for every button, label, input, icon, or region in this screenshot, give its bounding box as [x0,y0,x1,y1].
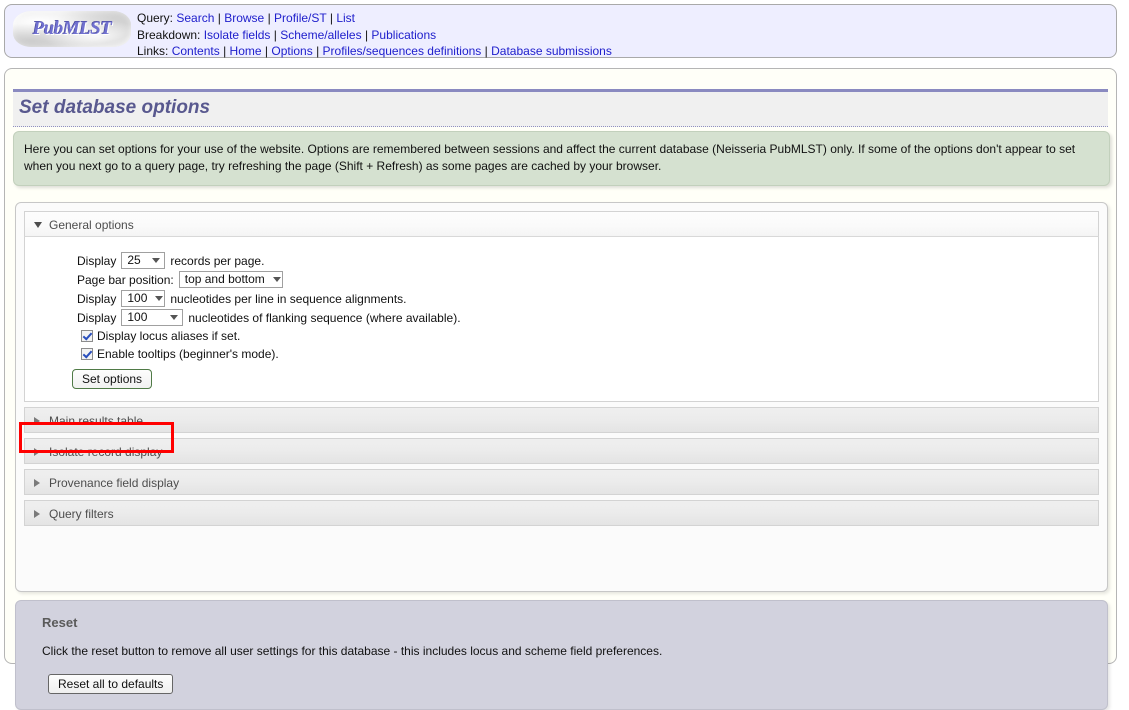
suffix-nucleotides-per-line: nucleotides per line in sequence alignme… [170,291,407,306]
nav-separator: | [364,27,369,42]
chevron-right-icon [34,417,40,425]
accordion-label-query-filters: Query filters [49,507,114,521]
suffix-flanking-sequence: nucleotides of flanking sequence (where … [188,310,461,325]
chevron-right-icon [34,448,40,456]
nav-link-database-submissions[interactable]: Database submissions [491,44,612,58]
nav-separator: | [217,11,221,25]
nav-separator: | [273,27,277,42]
nav-link-browse[interactable]: Browse [224,11,264,25]
reset-section-title: Reset [42,615,78,630]
label-display-nucleotides-line: Display [77,291,117,306]
option-row-flanking-sequence: Display 100 nucleotides of flanking sequ… [77,308,1098,327]
nav-link-profiles-sequences-definitions[interactable]: Profiles/sequences definitions [323,44,482,58]
reset-all-to-defaults-button[interactable]: Reset all to defaults [48,674,174,694]
nav-link-list[interactable]: List [336,11,355,25]
select-nucleotides-per-line[interactable]: 100 [121,290,166,307]
select-nucleotides-per-line-value: 100 [127,291,148,305]
select-flanking-sequence-value: 100 [127,310,148,324]
option-row-nucleotides-per-line: Display 100 nucleotides per line in sequ… [77,289,1098,308]
suffix-records-per-page: records per page. [170,253,265,268]
chevron-down-icon [34,222,42,228]
nav-link-search[interactable]: Search [176,11,214,25]
chevron-down-icon [170,315,179,320]
accordion-header-main-results-table[interactable]: Main results table [24,407,1099,433]
set-options-button[interactable]: Set options [72,369,153,389]
nav-separator: | [264,44,269,58]
nav-row-links: Links: Contents | Home | Options | Profi… [137,43,612,60]
chevron-down-icon [152,258,161,263]
info-message-text: Here you can set options for your use of… [24,142,1076,173]
checkbox-display-locus-aliases[interactable] [81,330,93,342]
info-message-box: Here you can set options for your use of… [13,131,1110,186]
chevron-right-icon [34,510,40,518]
main-content-panel: Set database options Here you can set op… [4,68,1117,710]
nav-link-home[interactable]: Home [230,44,262,58]
nav-separator: | [329,11,333,25]
accordion-label-main-results-table: Main results table [49,414,144,428]
accordion-header-provenance-field-display[interactable]: Provenance field display [24,469,1099,495]
nav-row-query-label: Query: [137,11,174,25]
nav-separator: | [223,44,227,58]
checkbox-row-tooltips: Enable tooltips (beginner's mode). [81,345,1098,363]
page-title: Set database options [19,97,211,118]
accordion-label-isolate-record-display: Isolate record display [49,445,163,459]
select-records-per-page[interactable]: 25 [121,252,166,269]
nav-row-breakdown: Breakdown: Isolate fields | Scheme/allel… [137,27,612,44]
accordion-body-general-options: Display 25 records per page. Page bar po… [24,237,1099,402]
nav-separator: | [316,44,320,58]
accordion-header-isolate-record-display[interactable]: Isolate record display [24,438,1099,464]
chevron-down-icon [155,296,164,301]
accordion-header-general-options[interactable]: General options [24,211,1099,237]
chevron-right-icon [34,479,40,487]
nav-link-publications[interactable]: Publications [371,28,436,42]
label-page-bar-position: Page bar position: [77,272,174,287]
logo-text: PubMLST [32,18,112,39]
options-accordion: General options Display 25 records per p… [15,202,1108,592]
nav-row-breakdown-label: Breakdown: [137,27,201,42]
chevron-down-icon [272,277,281,282]
select-records-per-page-value: 25 [127,253,141,267]
site-header: PubMLST Query: Search | Browse | Profile… [4,4,1117,58]
accordion-label-provenance-field-display: Provenance field display [49,476,180,490]
nav-row-query: Query: Search | Browse | Profile/ST | Li… [137,10,612,27]
nav-separator: | [267,11,271,25]
select-flanking-sequence[interactable]: 100 [121,309,184,326]
reset-description: Click the reset button to remove all use… [42,644,663,658]
label-display-flanking: Display [77,310,117,325]
checkbox-label-locus-aliases: Display locus aliases if set. [97,329,241,343]
checkbox-label-tooltips: Enable tooltips (beginner's mode). [97,347,279,361]
accordion-label-general-options: General options [49,218,134,232]
nav-link-profile-st[interactable]: Profile/ST [274,11,326,25]
nav-link-isolate-fields[interactable]: Isolate fields [204,28,271,42]
nav-separator: | [484,44,488,58]
select-page-bar-position-value: top and bottom [184,272,265,286]
nav-link-options[interactable]: Options [271,44,312,58]
nav-link-scheme-alleles[interactable]: Scheme/alleles [280,28,361,42]
checkbox-row-locus-aliases: Display locus aliases if set. [81,327,1098,345]
option-row-records-per-page: Display 25 records per page. [77,251,1098,270]
select-page-bar-position[interactable]: top and bottom [178,271,283,288]
nav-links-container: Query: Search | Browse | Profile/ST | Li… [137,5,612,60]
label-display-records: Display [77,253,117,268]
pubmlst-logo: PubMLST [13,11,131,47]
accordion-header-query-filters[interactable]: Query filters [24,500,1099,526]
nav-link-contents[interactable]: Contents [172,44,220,58]
checkbox-enable-tooltips[interactable] [81,348,93,360]
page-title-container: Set database options [13,89,1108,127]
nav-row-links-label: Links: [137,44,169,58]
option-row-page-bar-position: Page bar position: top and bottom [77,270,1098,289]
reset-panel: Reset Click the reset button to remove a… [15,600,1108,710]
